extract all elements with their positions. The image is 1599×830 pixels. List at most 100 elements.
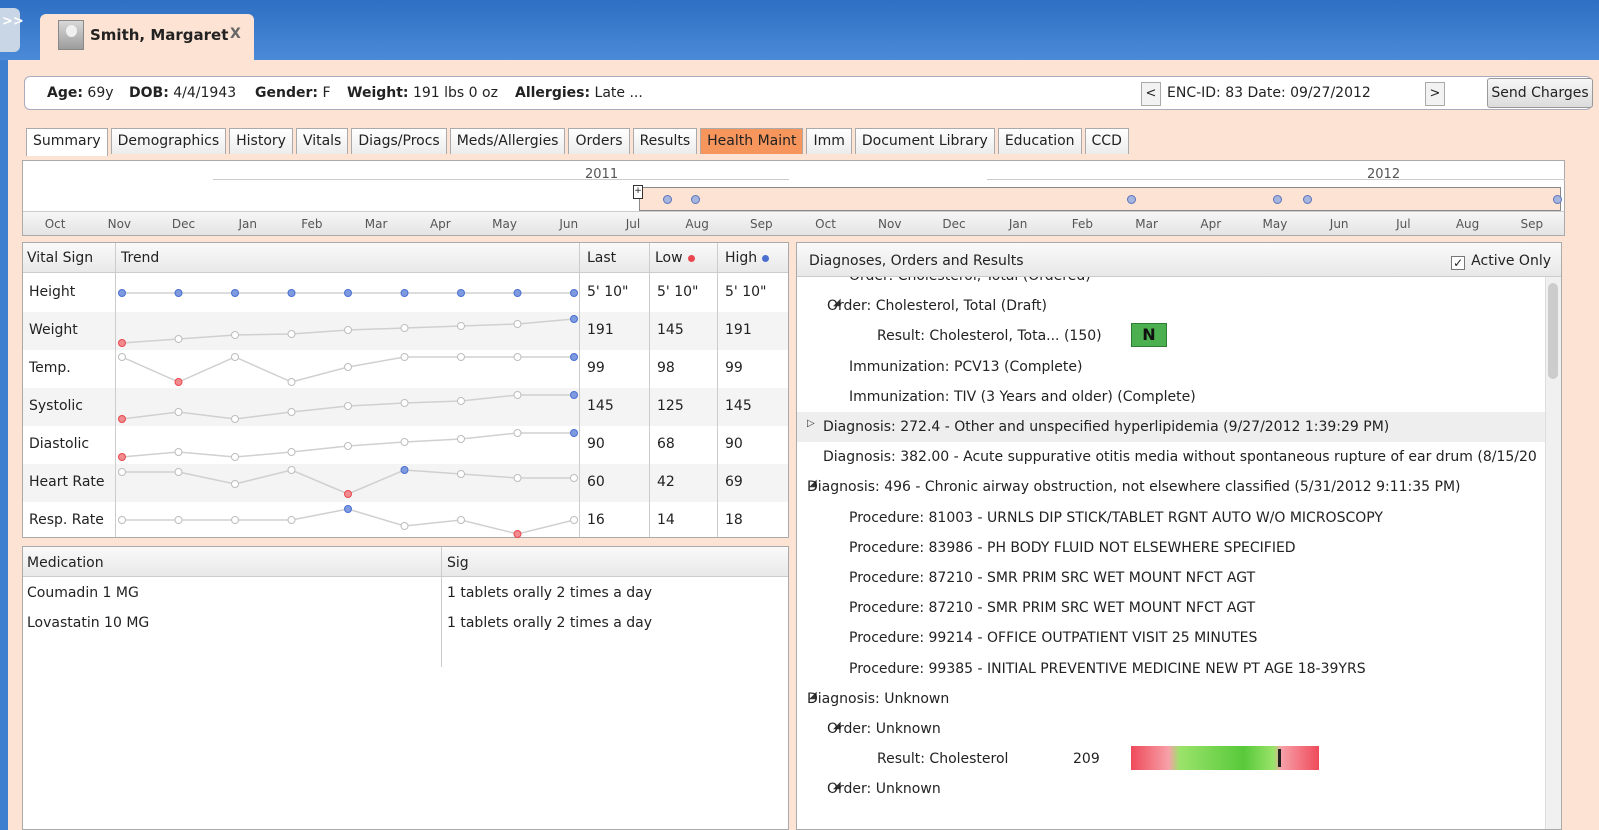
allergies-field[interactable]: Allergies: Late ... bbox=[515, 85, 643, 101]
next-encounter-button[interactable]: > bbox=[1425, 82, 1445, 106]
trend-point[interactable] bbox=[570, 289, 578, 297]
trend-point[interactable] bbox=[457, 289, 465, 297]
trend-point[interactable] bbox=[344, 289, 352, 297]
trend-point[interactable] bbox=[570, 474, 578, 482]
tab-education[interactable]: Education bbox=[997, 128, 1082, 154]
procedure-tree-item[interactable]: Procedure: 87210 - SMR PRIM SRC WET MOUN… bbox=[797, 563, 1545, 593]
tab-meds-allergies[interactable]: Meds/Allergies bbox=[449, 128, 566, 154]
trend-point[interactable] bbox=[231, 353, 239, 361]
scrollbar-thumb[interactable] bbox=[1548, 283, 1558, 379]
expand-panel-button[interactable]: >> bbox=[0, 8, 24, 52]
trend-point[interactable] bbox=[231, 516, 239, 524]
vital-sign-column-header[interactable]: Vital Sign bbox=[27, 250, 93, 266]
trend-point[interactable] bbox=[513, 289, 522, 297]
trend-point[interactable] bbox=[344, 490, 352, 498]
trend-point[interactable] bbox=[400, 466, 409, 474]
procedure-tree-item[interactable]: Procedure: 83986 - PH BODY FLUID NOT ELS… bbox=[797, 533, 1545, 563]
order-tree-item[interactable]: ◢ Order: Unknown bbox=[797, 714, 1545, 744]
medication-column-header[interactable]: Medication bbox=[27, 555, 104, 571]
trend-point[interactable] bbox=[118, 516, 126, 524]
medication-row[interactable]: Lovastatin 10 MG 1 tablets orally 2 time… bbox=[23, 607, 788, 637]
result-tree-item[interactable]: Result: Cholesterol 209 bbox=[797, 744, 1545, 774]
trend-point[interactable] bbox=[287, 448, 296, 456]
patient-tab[interactable]: Smith, Margaret X bbox=[40, 14, 254, 60]
trend-point[interactable] bbox=[118, 453, 126, 461]
timeline-encounter-dot[interactable] bbox=[1553, 195, 1562, 204]
trend-point[interactable] bbox=[344, 442, 352, 450]
trend-point[interactable] bbox=[400, 399, 409, 407]
tab-imm[interactable]: Imm bbox=[806, 128, 852, 154]
trend-column-header[interactable]: Trend bbox=[121, 250, 159, 266]
timeline-encounter-dot[interactable] bbox=[1273, 195, 1282, 204]
procedure-tree-item[interactable]: Procedure: 99214 - OFFICE OUTPATIENT VIS… bbox=[797, 623, 1545, 653]
trend-point[interactable] bbox=[231, 289, 239, 297]
trend-point[interactable] bbox=[174, 289, 183, 297]
medication-row[interactable]: Coumadin 1 MG 1 tablets orally 2 times a… bbox=[23, 577, 788, 607]
trend-point[interactable] bbox=[174, 448, 183, 456]
trend-point[interactable] bbox=[118, 353, 126, 361]
result-tree-item[interactable]: Result: Cholesterol, Tota... (150) N bbox=[797, 321, 1545, 351]
checkbox-icon[interactable]: ✓ bbox=[1451, 256, 1466, 270]
timeline-encounter-dot[interactable] bbox=[691, 195, 700, 204]
trend-point[interactable] bbox=[570, 353, 578, 361]
trend-point[interactable] bbox=[344, 363, 352, 371]
timeline-range-handle[interactable]: + bbox=[633, 185, 643, 199]
sig-column-header[interactable]: Sig bbox=[447, 555, 469, 571]
previous-encounter-button[interactable]: < bbox=[1141, 82, 1161, 106]
trend-point[interactable] bbox=[513, 391, 522, 399]
trend-point[interactable] bbox=[513, 353, 522, 361]
timeline-encounter-dot[interactable] bbox=[1303, 195, 1312, 204]
trend-point[interactable] bbox=[400, 522, 409, 530]
trend-point[interactable] bbox=[457, 516, 465, 524]
tab-diags-procs[interactable]: Diags/Procs bbox=[351, 128, 447, 154]
diagnosis-tree-item[interactable]: ◢ Diagnosis: 496 - Chronic airway obstruc… bbox=[797, 472, 1545, 502]
trend-point[interactable] bbox=[400, 289, 409, 297]
high-column-header[interactable]: High bbox=[725, 250, 770, 266]
trend-point[interactable] bbox=[231, 331, 239, 339]
trend-point[interactable] bbox=[457, 353, 465, 361]
trend-point[interactable] bbox=[231, 415, 239, 423]
trend-point[interactable] bbox=[570, 516, 578, 524]
trend-point[interactable] bbox=[513, 320, 522, 328]
diagnosis-tree-item[interactable]: Diagnosis: 382.00 - Acute suppurative ot… bbox=[797, 442, 1545, 472]
trend-point[interactable] bbox=[118, 289, 126, 297]
active-only-checkbox[interactable]: ✓ Active Only bbox=[1451, 253, 1551, 270]
immunization-tree-item[interactable]: Immunization: TIV (3 Years and older) (C… bbox=[797, 382, 1545, 412]
immunization-tree-item[interactable]: Immunization: PCV13 (Complete) bbox=[797, 352, 1545, 382]
timeline-encounter-dot[interactable] bbox=[1127, 195, 1136, 204]
procedure-tree-item[interactable]: Procedure: 87210 - SMR PRIM SRC WET MOUN… bbox=[797, 593, 1545, 623]
trend-point[interactable] bbox=[174, 378, 183, 386]
dx-scrollbar[interactable] bbox=[1545, 277, 1561, 829]
trend-point[interactable] bbox=[118, 339, 126, 347]
last-column-header[interactable]: Last bbox=[587, 250, 616, 266]
trend-point[interactable] bbox=[400, 353, 409, 361]
tab-demographics[interactable]: Demographics bbox=[110, 128, 227, 154]
trend-point[interactable] bbox=[344, 505, 352, 513]
trend-point[interactable] bbox=[513, 429, 522, 437]
encounter-timeline[interactable]: 2011 2012 + Oct Nov Dec Jan Feb Mar Apr May Jun J… bbox=[22, 160, 1565, 236]
order-tree-item[interactable]: ◢ Order: Unknown bbox=[797, 774, 1545, 804]
trend-point[interactable] bbox=[174, 468, 183, 476]
order-tree-item[interactable]: ◢ Order: Cholesterol, Total (Draft) bbox=[797, 291, 1545, 321]
trend-point[interactable] bbox=[457, 435, 465, 443]
trend-point[interactable] bbox=[570, 429, 578, 437]
trend-point[interactable] bbox=[400, 438, 409, 446]
tab-health-maint[interactable]: Health Maint bbox=[700, 128, 804, 154]
close-patient-tab-button[interactable]: X bbox=[230, 26, 241, 42]
trend-point[interactable] bbox=[570, 315, 578, 323]
trend-point[interactable] bbox=[287, 466, 296, 474]
diagnosis-tree-item[interactable]: ▷ Diagnosis: 272.4 - Other and unspecifie… bbox=[797, 412, 1545, 442]
trend-point[interactable] bbox=[344, 326, 352, 334]
trend-point[interactable] bbox=[457, 470, 465, 478]
low-column-header[interactable]: Low bbox=[655, 250, 695, 266]
trend-point[interactable] bbox=[400, 324, 409, 332]
procedure-tree-item[interactable]: Procedure: 99385 - INITIAL PREVENTIVE ME… bbox=[797, 654, 1545, 684]
trend-point[interactable] bbox=[344, 402, 352, 410]
tab-ccd[interactable]: CCD bbox=[1084, 128, 1129, 154]
procedure-tree-item[interactable]: Procedure: 81003 - URNLS DIP STICK/TABLE… bbox=[797, 503, 1545, 533]
trend-point[interactable] bbox=[287, 408, 296, 416]
trend-point[interactable] bbox=[287, 516, 296, 524]
tab-orders[interactable]: Orders bbox=[568, 128, 630, 154]
timeline-selected-range[interactable] bbox=[639, 187, 1561, 211]
send-charges-button[interactable]: Send Charges bbox=[1487, 78, 1593, 108]
